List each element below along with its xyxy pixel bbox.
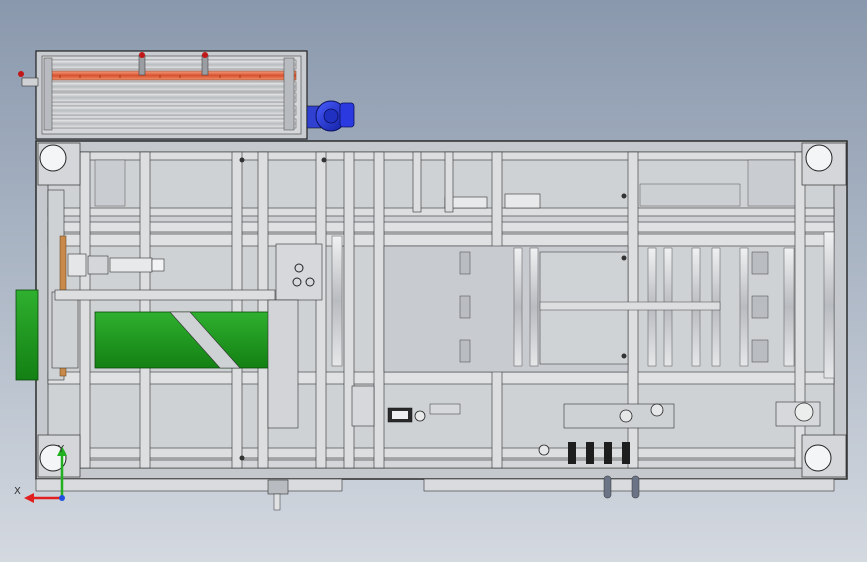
axis-x-label: X: [14, 486, 21, 497]
caster-top-right: [801, 142, 847, 186]
base-rails: [35, 475, 835, 511]
axis-y-label: Y: [57, 444, 65, 455]
caster-bottom-right: [801, 434, 847, 478]
caster-top-left: [37, 142, 81, 186]
cad-drawing: X Y: [14, 50, 848, 511]
blue-gear-motor: [306, 100, 355, 132]
heater-roller-box: [18, 50, 308, 140]
